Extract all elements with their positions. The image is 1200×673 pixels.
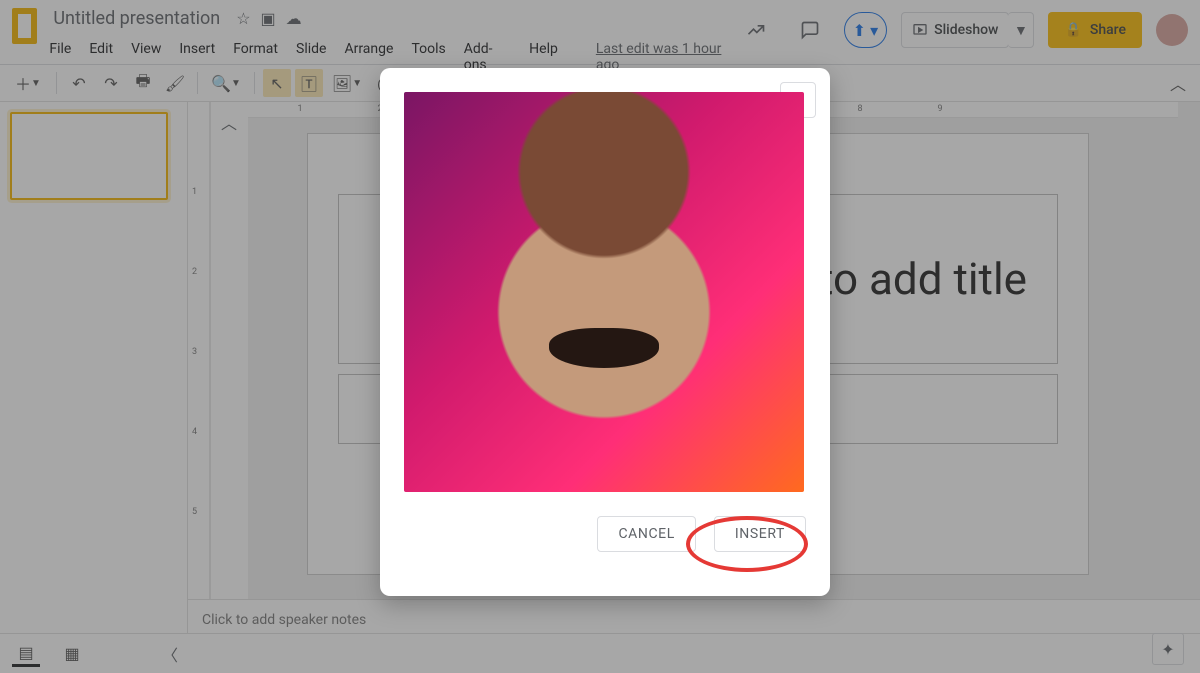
insert-button[interactable]: INSERT (714, 516, 806, 552)
preview-image (404, 92, 804, 492)
insert-image-dialog: ✕ CANCEL INSERT (380, 68, 830, 596)
cancel-button[interactable]: CANCEL (597, 516, 695, 552)
